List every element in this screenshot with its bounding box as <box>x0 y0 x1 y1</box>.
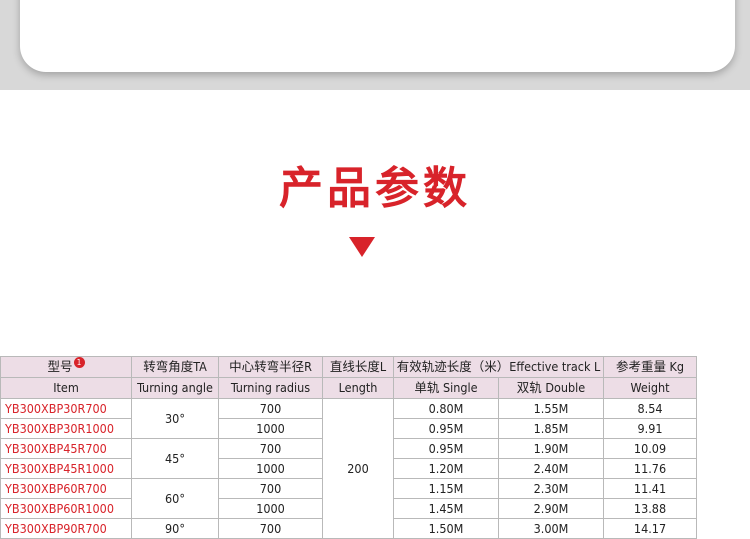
double-track-cell: 2.40M <box>497 458 605 479</box>
angle-cell: 60° <box>131 478 219 519</box>
radius-cell: 1000 <box>218 418 323 439</box>
weight-cell: 8.54 <box>603 398 698 419</box>
model-cell: YB300XBP60R700 <box>0 478 132 499</box>
model-cell: YB300XBP45R1000 <box>0 458 132 479</box>
top-card <box>20 0 735 72</box>
header-item: 型号 1 <box>0 356 132 378</box>
double-track-cell: 2.30M <box>497 478 605 499</box>
header-weight-en: Weight <box>603 377 698 399</box>
single-track-cell: 0.95M <box>393 438 499 459</box>
angle-cell: 45° <box>131 438 219 479</box>
single-track-cell: 1.50M <box>393 518 499 539</box>
header-item-en: Item <box>0 377 132 399</box>
radius-cell: 1000 <box>218 498 323 519</box>
single-track-cell: 0.95M <box>393 418 499 439</box>
single-track-cell: 1.45M <box>393 498 499 519</box>
header-double: 双轨 Double <box>497 377 605 399</box>
header-row-1: 型号 1 转弯角度TA 中心转弯半径R 直线长度L 有效轨迹长度（米）Effect… <box>0 356 698 378</box>
header-radius-en: Turning radius <box>218 377 323 399</box>
header-weight: 参考重量 Kg <box>603 356 698 378</box>
header-length-en: Length <box>322 377 394 399</box>
single-track-cell: 0.80M <box>393 398 499 419</box>
weight-cell: 10.09 <box>603 438 698 459</box>
section-title: 产品参数 <box>279 163 471 214</box>
model-cell: YB300XBP30R1000 <box>0 418 132 439</box>
weight-cell: 11.41 <box>603 478 698 499</box>
weight-cell: 13.88 <box>603 498 698 519</box>
weight-cell: 11.76 <box>603 458 698 479</box>
header-angle-en: Turning angle <box>131 377 219 399</box>
down-arrow-icon <box>349 237 375 257</box>
double-track-cell: 1.85M <box>497 418 605 439</box>
model-cell: YB300XBP45R700 <box>0 438 132 459</box>
radius-cell: 700 <box>218 478 323 499</box>
single-track-cell: 1.15M <box>393 478 499 499</box>
weight-cell: 14.17 <box>603 518 698 539</box>
model-cell: YB300XBP90R700 <box>0 518 132 539</box>
double-track-cell: 1.90M <box>497 438 605 459</box>
header-single: 单轨 Single <box>393 377 499 399</box>
weight-cell: 9.91 <box>603 418 698 439</box>
header-row-2: Item Turning angle Turning radius Length… <box>0 377 698 399</box>
header-angle: 转弯角度TA <box>131 356 219 378</box>
radius-cell: 700 <box>218 518 323 539</box>
model-cell: YB300XBP60R1000 <box>0 498 132 519</box>
header-radius: 中心转弯半径R <box>218 356 323 378</box>
radius-cell: 1000 <box>218 458 323 479</box>
table-row: YB300XBP30R700 30° 700 200 0.80M 1.55M 8.54 <box>0 398 698 539</box>
double-track-cell: 1.55M <box>497 398 605 419</box>
model-cell: YB300XBP30R700 <box>0 398 132 419</box>
double-track-cell: 2.90M <box>497 498 605 519</box>
length-cell: 200 <box>322 398 394 539</box>
double-track-cell: 3.00M <box>497 518 605 539</box>
angle-cell: 90° <box>131 518 219 539</box>
radius-cell: 700 <box>218 398 323 419</box>
angle-cell: 30° <box>131 398 219 439</box>
single-track-cell: 1.20M <box>393 458 499 479</box>
header-length: 直线长度L <box>322 356 394 378</box>
spec-table: 型号 1 转弯角度TA 中心转弯半径R 直线长度L 有效轨迹长度（米）Effect… <box>0 356 698 539</box>
radius-cell: 700 <box>218 438 323 459</box>
header-track: 有效轨迹长度（米）Effective track L <box>392 356 605 378</box>
note-badge: 1 <box>73 357 85 368</box>
